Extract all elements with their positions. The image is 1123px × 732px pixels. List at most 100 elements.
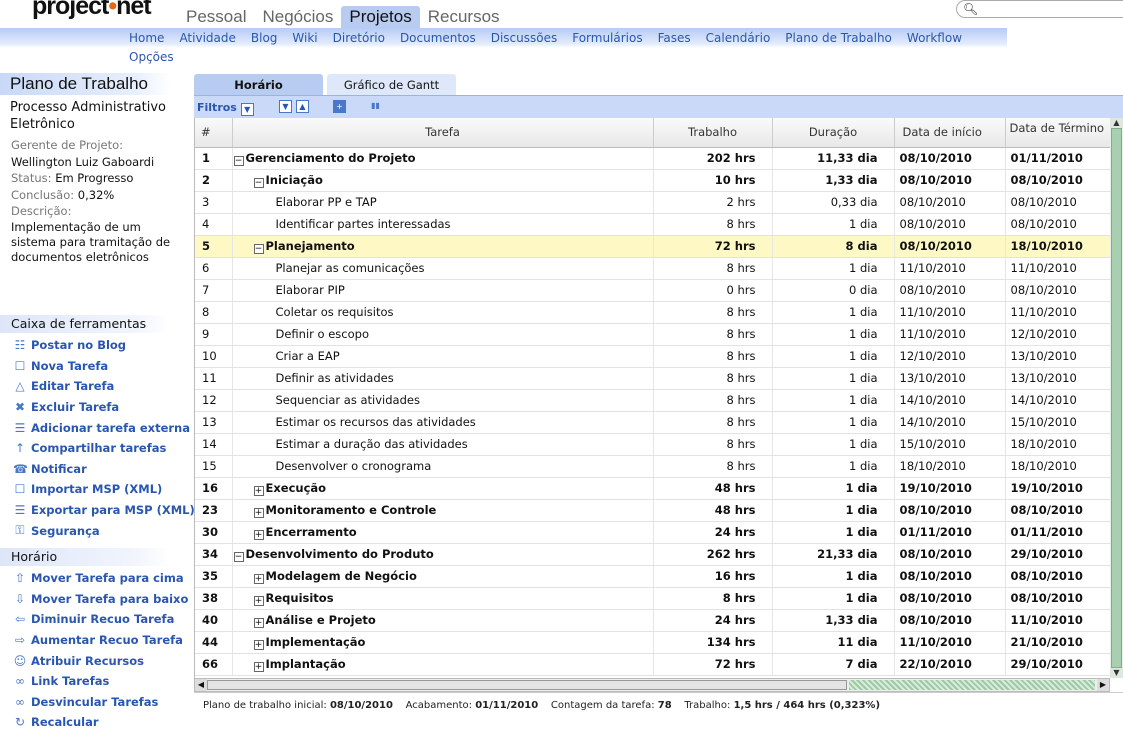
cell-number[interactable]: 6 bbox=[195, 257, 233, 280]
cell-duration[interactable]: 1 dia bbox=[772, 521, 895, 544]
cell-start[interactable]: 08/10/2010 bbox=[894, 235, 1006, 258]
scroll-up-icon[interactable]: ▲ bbox=[1110, 118, 1123, 128]
tab-horario[interactable]: Horário bbox=[194, 74, 323, 95]
cell-task[interactable]: − Iniciação bbox=[232, 169, 654, 192]
search-input[interactable]: 🔍︎ bbox=[956, 0, 1123, 18]
toolbox-item-1[interactable]: ☐ Nova Tarefa bbox=[13, 356, 195, 377]
expand-icon[interactable]: + bbox=[253, 573, 264, 584]
cell-duration[interactable]: 1 dia bbox=[772, 433, 895, 456]
cell-task[interactable]: Criar a EAP bbox=[232, 345, 654, 368]
cell-task[interactable]: + Requisitos bbox=[232, 587, 654, 610]
table-row[interactable]: 34 − Desenvolvimento do Produto 262 hrs 21,3… bbox=[195, 543, 1110, 566]
tab-gantt[interactable]: Gráfico de Gantt bbox=[327, 74, 456, 95]
cell-number[interactable]: 16 bbox=[195, 477, 233, 500]
scroll-left-icon[interactable]: ◀ bbox=[195, 679, 207, 691]
cell-task[interactable]: Definir as atividades bbox=[232, 367, 654, 390]
cell-start[interactable]: 11/10/2010 bbox=[894, 631, 1006, 654]
vertical-scrollbar[interactable]: ▲ ▼ bbox=[1110, 118, 1123, 678]
cell-duration[interactable]: 1 dia bbox=[772, 367, 895, 390]
schedule-item-6[interactable]: ∞ Desvincular Tarefas bbox=[13, 692, 188, 713]
cell-end[interactable]: 08/10/2010 bbox=[1005, 191, 1110, 214]
schedule-item-7[interactable]: ↻ Recalcular bbox=[13, 712, 188, 732]
toolbox-item-9[interactable]: ⚿ Segurança bbox=[13, 520, 195, 541]
cell-start[interactable]: 11/10/2010 bbox=[894, 301, 1006, 324]
cell-work[interactable]: 8 hrs bbox=[653, 301, 773, 324]
cell-duration[interactable]: 1 dia bbox=[772, 389, 895, 412]
cell-duration[interactable]: 7 dia bbox=[772, 653, 895, 676]
collapse-icon[interactable]: − bbox=[253, 177, 264, 188]
cell-number[interactable]: 11 bbox=[195, 367, 233, 390]
cell-work[interactable]: 8 hrs bbox=[653, 323, 773, 346]
table-row[interactable]: 14 Estimar a duração das atividades 8 hrs 1… bbox=[195, 433, 1110, 456]
toolbox-item-7[interactable]: ☐ Importar MSP (XML) bbox=[13, 479, 195, 500]
table-row[interactable]: 2 − Iniciação 10 hrs 1,33 dia 08/10/2010 08/10… bbox=[195, 169, 1110, 192]
cell-end[interactable]: 08/10/2010 bbox=[1005, 169, 1110, 192]
cell-work[interactable]: 10 hrs bbox=[653, 169, 773, 192]
cell-duration[interactable]: 1 dia bbox=[772, 499, 895, 522]
cell-start[interactable]: 11/10/2010 bbox=[894, 323, 1006, 346]
cell-start[interactable]: 08/10/2010 bbox=[894, 213, 1006, 236]
subnav-link-3[interactable]: Wiki bbox=[292, 31, 317, 45]
toolbox-item-6[interactable]: ☎ Notificar bbox=[13, 459, 195, 480]
subnav-link-0[interactable]: Home bbox=[129, 31, 164, 45]
cell-start[interactable]: 08/10/2010 bbox=[894, 587, 1006, 610]
table-row[interactable]: 3 Elaborar PP e TAP 2 hrs 0,33 dia 08/10/201… bbox=[195, 191, 1110, 214]
cell-task[interactable]: + Implementação bbox=[232, 631, 654, 654]
cell-end[interactable]: 08/10/2010 bbox=[1005, 499, 1110, 522]
schedule-item-1[interactable]: ⇩ Mover Tarefa para baixo bbox=[13, 589, 188, 610]
expand-icon[interactable]: + bbox=[253, 485, 264, 496]
table-row[interactable]: 7 Elaborar PIP 0 hrs 0 dia 08/10/2010 08/10/2… bbox=[195, 279, 1110, 302]
cell-task[interactable]: − Desenvolvimento do Produto bbox=[232, 543, 654, 566]
table-row[interactable]: 4 Identificar partes interessadas 8 hrs 1 d… bbox=[195, 213, 1110, 236]
cell-number[interactable]: 7 bbox=[195, 279, 233, 302]
cell-work[interactable]: 8 hrs bbox=[653, 389, 773, 412]
subnav-link-8[interactable]: Fases bbox=[658, 31, 691, 45]
table-row[interactable]: 6 Planejar as comunicações 8 hrs 1 dia 11/10… bbox=[195, 257, 1110, 280]
cell-start[interactable]: 11/10/2010 bbox=[894, 257, 1006, 280]
cell-work[interactable]: 262 hrs bbox=[653, 543, 773, 566]
cell-start[interactable]: 01/11/2010 bbox=[894, 521, 1006, 544]
table-row[interactable]: 11 Definir as atividades 8 hrs 1 dia 13/10/2… bbox=[195, 367, 1110, 390]
subnav-link-11[interactable]: Workflow bbox=[907, 31, 962, 45]
expand-all-icon[interactable]: ▼ bbox=[279, 100, 292, 113]
cell-work[interactable]: 8 hrs bbox=[653, 587, 773, 610]
cell-work[interactable]: 2 hrs bbox=[653, 191, 773, 214]
collapse-icon[interactable]: − bbox=[233, 155, 244, 166]
cell-start[interactable]: 08/10/2010 bbox=[894, 543, 1006, 566]
cell-start[interactable]: 08/10/2010 bbox=[894, 169, 1006, 192]
cell-duration[interactable]: 1 dia bbox=[772, 411, 895, 434]
table-row[interactable]: 30 + Encerramento 24 hrs 1 dia 01/11/2010 01/1… bbox=[195, 521, 1110, 544]
cell-start[interactable]: 08/10/2010 bbox=[894, 565, 1006, 588]
cell-start[interactable]: 08/10/2010 bbox=[894, 191, 1006, 214]
cell-task[interactable]: − Gerenciamento do Projeto bbox=[232, 147, 654, 170]
subnav-link-7[interactable]: Formulários bbox=[572, 31, 642, 45]
cell-number[interactable]: 15 bbox=[195, 455, 233, 478]
cell-work[interactable]: 8 hrs bbox=[653, 345, 773, 368]
scroll-down-icon[interactable]: ▼ bbox=[1110, 668, 1123, 678]
cell-task[interactable]: − Planejamento bbox=[232, 235, 654, 258]
table-row[interactable]: 12 Sequenciar as atividades 8 hrs 1 dia 14/1… bbox=[195, 389, 1110, 412]
cell-work[interactable]: 72 hrs bbox=[653, 653, 773, 676]
cell-start[interactable]: 14/10/2010 bbox=[894, 411, 1006, 434]
cell-duration[interactable]: 1 dia bbox=[772, 213, 895, 236]
cell-start[interactable]: 18/10/2010 bbox=[894, 455, 1006, 478]
table-row[interactable]: 5 − Planejamento 72 hrs 8 dia 08/10/2010 18/10… bbox=[195, 235, 1110, 258]
cell-end[interactable]: 11/10/2010 bbox=[1005, 257, 1110, 280]
cell-work[interactable]: 8 hrs bbox=[653, 257, 773, 280]
table-row[interactable]: 15 Desenvolver o cronograma 8 hrs 1 dia 18/1… bbox=[195, 455, 1110, 478]
cell-end[interactable]: 13/10/2010 bbox=[1005, 345, 1110, 368]
subnav-link-10[interactable]: Plano de Trabalho bbox=[785, 31, 892, 45]
cell-work[interactable]: 8 hrs bbox=[653, 455, 773, 478]
cell-task[interactable]: + Encerramento bbox=[232, 521, 654, 544]
cell-end[interactable]: 08/10/2010 bbox=[1005, 279, 1110, 302]
cell-number[interactable]: 5 bbox=[195, 235, 233, 258]
cell-duration[interactable]: 11,33 dia bbox=[772, 147, 895, 170]
cell-end[interactable]: 12/10/2010 bbox=[1005, 323, 1110, 346]
cell-duration[interactable]: 21,33 dia bbox=[772, 543, 895, 566]
expand-icon[interactable]: + bbox=[253, 529, 264, 540]
horizontal-scroll-thumb[interactable] bbox=[207, 680, 847, 690]
filters-dropdown-icon[interactable]: ▼ bbox=[240, 103, 254, 116]
cell-task[interactable]: Planejar as comunicações bbox=[232, 257, 654, 280]
cell-start[interactable]: 08/10/2010 bbox=[894, 499, 1006, 522]
cell-number[interactable]: 30 bbox=[195, 521, 233, 544]
